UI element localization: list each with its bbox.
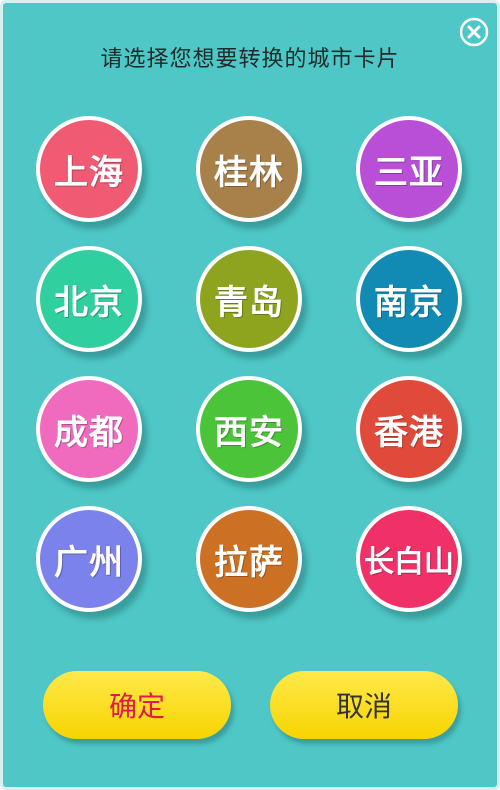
city-card-guilin[interactable]: 桂林 — [196, 116, 302, 222]
city-card-chengdu[interactable]: 成都 — [36, 376, 142, 482]
city-card-nanjing[interactable]: 南京 — [356, 246, 462, 352]
city-card-dialog: 请选择您想要转换的城市卡片 上海 桂林 三亚 北京 青岛 南京 成都 西安 香港… — [0, 0, 500, 790]
city-card-shanghai[interactable]: 上海 — [36, 116, 142, 222]
city-label: 三亚 — [374, 152, 444, 193]
city-label: 北京 — [54, 282, 124, 323]
city-card-sanya[interactable]: 三亚 — [356, 116, 462, 222]
city-card-xian[interactable]: 西安 — [196, 376, 302, 482]
city-card-qingdao[interactable]: 青岛 — [196, 246, 302, 352]
city-card-lhasa[interactable]: 拉萨 — [196, 506, 302, 612]
city-label: 广州 — [54, 542, 124, 583]
city-label: 香港 — [374, 412, 444, 453]
city-label: 青岛 — [214, 282, 284, 323]
city-card-guangzhou[interactable]: 广州 — [36, 506, 142, 612]
confirm-button[interactable]: 确定 — [43, 671, 231, 739]
city-label: 拉萨 — [214, 542, 284, 583]
city-label: 成都 — [54, 412, 124, 453]
cancel-label: 取消 — [335, 690, 392, 723]
city-label: 桂林 — [214, 152, 284, 193]
city-card-changbaishan[interactable]: 长白山 — [356, 506, 462, 612]
city-label: 南京 — [374, 282, 444, 323]
cancel-button[interactable]: 取消 — [270, 671, 458, 739]
city-card-beijing[interactable]: 北京 — [36, 246, 142, 352]
city-label: 西安 — [214, 412, 284, 453]
city-label: 长白山 — [364, 545, 454, 580]
confirm-label: 确定 — [108, 690, 165, 723]
city-label: 上海 — [54, 152, 124, 193]
dialog-title: 请选择您想要转换的城市卡片 — [100, 47, 400, 72]
city-card-hongkong[interactable]: 香港 — [356, 376, 462, 482]
